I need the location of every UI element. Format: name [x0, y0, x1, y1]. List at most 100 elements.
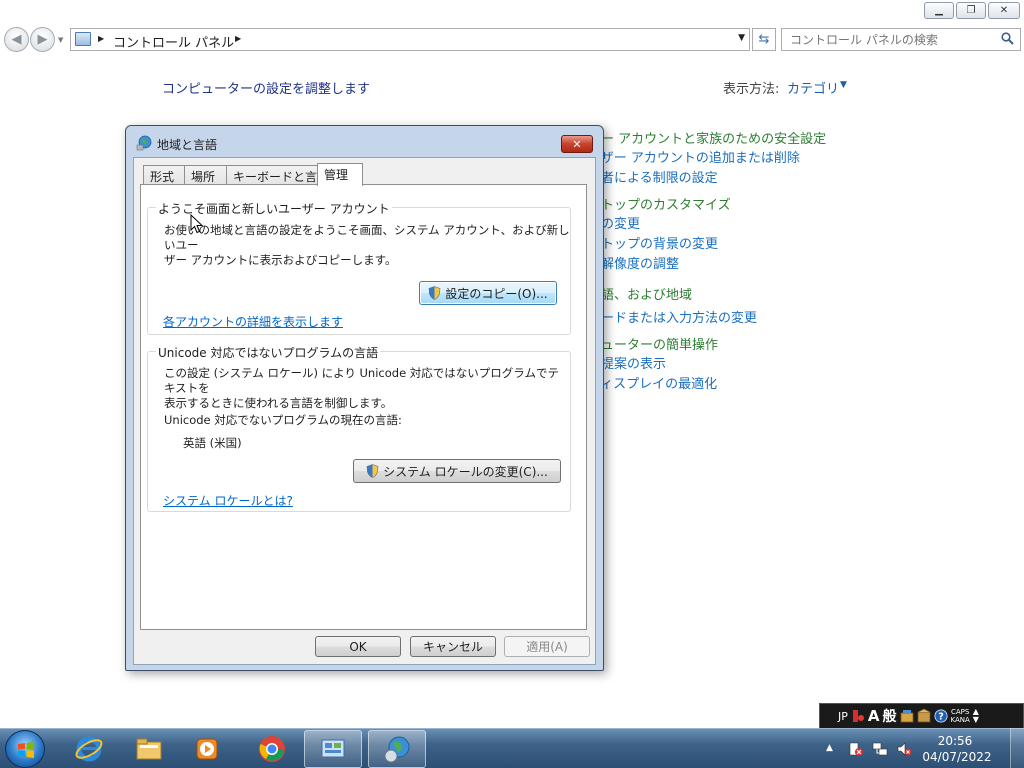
- task-link[interactable]: クトップの背景の変更: [588, 233, 718, 252]
- taskbar-file-explorer[interactable]: [120, 730, 178, 768]
- clock-date[interactable]: 04/07/2022: [918, 750, 996, 764]
- kana-label: KANA: [950, 716, 970, 724]
- address-dropdown-icon[interactable]: ▼: [738, 33, 745, 43]
- copy-settings-button[interactable]: 設定のコピー(O)...: [419, 281, 557, 305]
- navigation-bar: ◀ ▶ ▼ ▶ コントロール パネル ▶ ▼ ⇆: [0, 24, 1024, 54]
- search-input[interactable]: [782, 29, 992, 50]
- clock-time[interactable]: 20:56: [925, 734, 985, 748]
- cancel-button[interactable]: キャンセル: [410, 636, 496, 657]
- windows-logo-icon: [18, 742, 34, 758]
- minimize-button[interactable]: ▁: [924, 2, 954, 19]
- description-line: この設定 (システム ロケール) により Unicode 対応ではないプログラム…: [164, 366, 559, 395]
- start-button[interactable]: [5, 730, 45, 768]
- refresh-button[interactable]: ⇆: [752, 28, 776, 51]
- view-by-dropdown[interactable]: カテゴリ: [787, 78, 839, 97]
- tab-administrative[interactable]: 管理: [317, 163, 363, 186]
- dialog-close-button[interactable]: ✕: [561, 135, 593, 153]
- tab-location[interactable]: 場所: [184, 165, 227, 185]
- action-center-icon[interactable]: [848, 741, 864, 757]
- uac-shield-icon: [366, 464, 379, 478]
- breadcrumb-separator-icon[interactable]: ▶: [98, 34, 104, 43]
- taskbar: ▲: [0, 728, 1024, 768]
- description-line: 表示するときに使われる言語を制御します。: [164, 396, 393, 410]
- group-heading: Unicode 対応ではないプログラムの言語: [156, 344, 381, 361]
- show-hidden-icons-button[interactable]: ▲: [826, 743, 833, 753]
- change-system-locale-label: システム ロケールの変更(C)...: [383, 464, 548, 479]
- control-panel-categories: ザー アカウントと家族のための安全設定 ーザー アカウントの追加または削除 護者…: [588, 124, 888, 404]
- input-mode-button[interactable]: A: [868, 707, 880, 725]
- group-description: この設定 (システム ロケール) により Unicode 対応ではないプログラム…: [164, 366, 570, 411]
- what-is-system-locale-link[interactable]: システム ロケールとは?: [163, 492, 293, 509]
- dictionary-icon[interactable]: [917, 708, 931, 724]
- uac-shield-icon: [429, 286, 441, 300]
- task-link[interactable]: ディスプレイの最適化: [588, 373, 717, 392]
- page-title: コンピューターの設定を調整します: [162, 82, 371, 97]
- forward-button[interactable]: ▶: [30, 27, 55, 52]
- description-line: ザー アカウントに表示およびコピーします。: [164, 253, 397, 267]
- input-language-indicator[interactable]: JP: [838, 710, 848, 723]
- taskbar-media-player[interactable]: [178, 730, 236, 768]
- back-arrow-icon: ◀: [11, 32, 22, 47]
- category-link[interactable]: クトップのカスタマイズ: [588, 194, 731, 213]
- show-desktop-button[interactable]: [1010, 728, 1024, 768]
- task-link[interactable]: ーザー アカウントの追加または削除: [588, 147, 800, 166]
- control-panel-icon: [75, 32, 91, 46]
- breadcrumb-separator-icon[interactable]: ▶: [235, 34, 241, 43]
- search-box: [781, 28, 1021, 51]
- taskbar-region-language[interactable]: [368, 730, 426, 768]
- back-button[interactable]: ◀: [4, 27, 29, 52]
- taskbar-control-panel[interactable]: [304, 730, 362, 768]
- svg-text:?: ?: [938, 712, 944, 723]
- maximize-button[interactable]: ❐: [956, 2, 986, 19]
- view-by-label: 表示方法:: [723, 82, 780, 97]
- breadcrumb-control-panel[interactable]: コントロール パネル: [113, 32, 234, 51]
- help-icon[interactable]: ?: [934, 708, 948, 724]
- taskbar-chrome[interactable]: [243, 730, 301, 768]
- welcome-screen-group: ようこそ画面と新しいユーザー アカウント お使いの地域と言語の設定をようこそ画面…: [147, 200, 571, 335]
- forward-arrow-icon: ▶: [37, 32, 48, 47]
- internet-explorer-icon: [75, 736, 103, 762]
- change-system-locale-button[interactable]: システム ロケールの変更(C)...: [353, 459, 561, 483]
- caps-kana-status: CAPS KANA: [951, 708, 970, 724]
- region-language-dialog: 地域と言語 ✕ 形式 場所 キーボードと言語 管理 ようこそ画面と新しいユーザー…: [125, 125, 604, 671]
- dialog-title: 地域と言語: [157, 138, 218, 152]
- ime-tools-icon[interactable]: [900, 708, 914, 724]
- language-bar: JP A 般 ? CAPS KANA ▲ ▼: [819, 703, 1024, 729]
- category-link[interactable]: ピューターの簡単操作: [588, 334, 718, 353]
- current-language-value: 英語 (米国): [183, 436, 242, 450]
- copy-settings-label: 設定のコピー(O)...: [445, 286, 548, 301]
- view-accounts-details-link[interactable]: 各アカウントの詳細を表示します: [163, 313, 343, 330]
- restore-icon: ❐: [966, 5, 976, 16]
- search-icon[interactable]: [1001, 32, 1014, 45]
- task-link[interactable]: 護者による制限の設定: [588, 167, 718, 186]
- control-panel-icon: [321, 739, 345, 758]
- media-player-icon: [196, 738, 218, 760]
- conversion-mode-button[interactable]: 般: [883, 706, 897, 726]
- minimize-icon: ▁: [935, 5, 943, 16]
- tab-formats[interactable]: 形式: [143, 165, 185, 185]
- address-bar[interactable]: ▶ コントロール パネル ▶ ▼: [70, 28, 750, 51]
- refresh-icon: ⇆: [758, 32, 770, 47]
- group-description: お使いの地域と言語の設定をようこそ画面、システム アカウント、および新しいユー …: [164, 223, 570, 268]
- ok-button[interactable]: OK: [315, 636, 401, 657]
- close-icon: ✕: [999, 5, 1009, 16]
- current-language-label: Unicode 対応でないプログラムの現在の言語:: [164, 413, 402, 427]
- ime-pad-icon[interactable]: [851, 708, 865, 724]
- description-line: お使いの地域と言語の設定をようこそ画面、システム アカウント、および新しいユー: [164, 223, 570, 252]
- window-caption-buttons: ▁ ❐ ✕: [924, 2, 1020, 19]
- network-icon[interactable]: [872, 741, 888, 757]
- category-link[interactable]: ザー アカウントと家族のための安全設定: [588, 128, 826, 147]
- recent-pages-dropdown-icon[interactable]: ▼: [58, 36, 63, 44]
- non-unicode-programs-group: Unicode 対応ではないプログラムの言語 この設定 (システム ロケール) …: [147, 344, 571, 512]
- task-link[interactable]: ボードまたは入力方法の変更: [588, 307, 757, 326]
- administrative-tab-panel: ようこそ画面と新しいユーザー アカウント お使いの地域と言語の設定をようこそ画面…: [140, 184, 587, 630]
- apply-button[interactable]: 適用(A): [504, 636, 590, 657]
- globe-icon: [384, 736, 410, 763]
- close-window-button[interactable]: ✕: [988, 2, 1020, 19]
- volume-muted-icon[interactable]: [896, 741, 912, 757]
- tab-keyboards[interactable]: キーボードと言語: [226, 165, 329, 185]
- chevron-down-icon[interactable]: ▼: [840, 80, 847, 90]
- taskbar-internet-explorer[interactable]: [60, 730, 118, 768]
- dialog-titlebar[interactable]: 地域と言語 ✕: [126, 126, 603, 156]
- language-bar-options-icon[interactable]: ▲ ▼: [973, 708, 979, 724]
